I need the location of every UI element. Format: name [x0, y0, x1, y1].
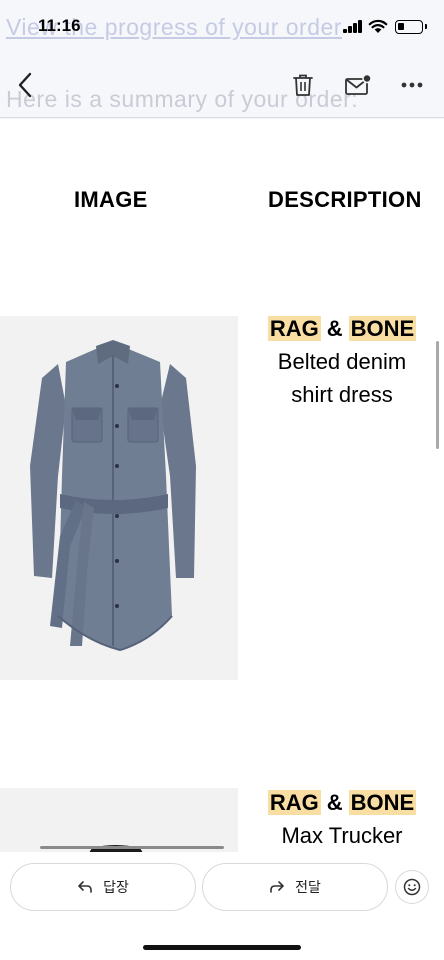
- product-image[interactable]: [0, 316, 238, 680]
- brand-word: RAG: [267, 316, 321, 341]
- wifi-icon: [368, 19, 388, 33]
- reply-label: 답장: [103, 879, 129, 895]
- product-brand: RAG & BONE: [242, 789, 442, 817]
- product-description: RAG & BONE Max Trucker: [242, 789, 442, 852]
- product-brand: RAG & BONE: [242, 315, 442, 343]
- brand-word: BONE: [348, 316, 417, 341]
- back-button[interactable]: [10, 68, 40, 102]
- reply-arrow-icon: [78, 881, 92, 893]
- home-indicator[interactable]: [143, 945, 301, 950]
- action-bar: 답장 전달: [0, 852, 444, 960]
- emoji-reaction-button[interactable]: [395, 870, 429, 904]
- trucker-jacket-image: [0, 788, 238, 852]
- column-header-description: DESCRIPTION: [268, 187, 422, 212]
- trash-icon: [293, 74, 313, 96]
- delete-button[interactable]: [288, 70, 318, 100]
- cellular-signal-icon: [343, 20, 363, 33]
- more-horizontal-icon: [401, 82, 423, 88]
- column-header-image: IMAGE: [74, 187, 148, 212]
- product-name-line: shirt dress: [291, 382, 393, 407]
- forward-arrow-icon: [270, 881, 284, 893]
- more-options-button[interactable]: [396, 70, 428, 100]
- battery-icon: [395, 20, 427, 34]
- forward-label: 전달: [295, 879, 321, 895]
- product-name-line: Belted denim: [277, 349, 407, 374]
- brand-word: BONE: [348, 790, 417, 815]
- reply-button[interactable]: 답장: [10, 863, 196, 911]
- product-image[interactable]: [0, 788, 238, 852]
- top-bar: View the progress of your order Here is …: [0, 0, 444, 118]
- brand-ampersand: &: [326, 790, 343, 815]
- status-bar: 11:16: [0, 0, 444, 56]
- smiley-icon: [403, 878, 421, 896]
- chevron-left-icon: [18, 72, 32, 98]
- email-body[interactable]: IMAGE DESCRIPTION RAG & BONE Belted deni…: [0, 119, 444, 852]
- brand-ampersand: &: [326, 316, 343, 341]
- product-description: RAG & BONE Belted denim shirt dress: [242, 315, 442, 411]
- denim-dress-image: [0, 316, 238, 680]
- forward-button[interactable]: 전달: [202, 863, 388, 911]
- mark-unread-button[interactable]: [342, 70, 374, 100]
- brand-word: RAG: [267, 790, 321, 815]
- product-name-line: Max Trucker: [281, 823, 403, 848]
- status-time: 11:16: [38, 16, 81, 35]
- vertical-scrollbar[interactable]: [436, 341, 439, 449]
- mail-unread-icon: [345, 73, 372, 95]
- horizontal-scrollbar[interactable]: [40, 846, 224, 849]
